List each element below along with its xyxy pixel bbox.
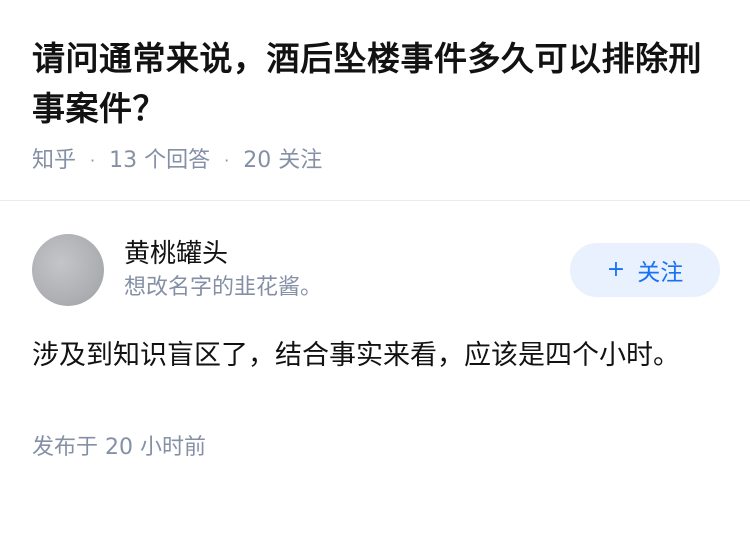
author-row: 黄桃罐头 想改名字的韭花酱。 + 关注 (32, 232, 720, 308)
author-info: 黄桃罐头 想改名字的韭花酱。 (124, 236, 570, 304)
question-meta: 知乎 · 13 个回答 · 20 关注 (32, 144, 722, 178)
meta-separator: · (224, 151, 230, 170)
follow-button[interactable]: + 关注 (570, 243, 720, 297)
question-title[interactable]: 请问通常来说，酒后坠楼事件多久可以排除刑事案件？ (32, 0, 722, 134)
avatar[interactable] (32, 234, 104, 306)
plus-icon: + (606, 257, 626, 282)
source-label[interactable]: 知乎 (32, 144, 76, 178)
question-header: 请问通常来说，酒后坠楼事件多久可以排除刑事案件？ 知乎 · 13 个回答 · 2… (32, 0, 722, 178)
meta-separator: · (90, 151, 96, 170)
publish-time: 发布于 20 小时前 (32, 435, 206, 460)
author-bio: 想改名字的韭花酱。 (124, 275, 323, 300)
answer-content[interactable]: 涉及到知识盲区了，结合事实来看，应该是四个小时。 (32, 332, 702, 380)
answer-card: 黄桃罐头 想改名字的韭花酱。 + 关注 涉及到知识盲区了，结合事实来看，应该是四… (32, 232, 720, 464)
author-name[interactable]: 黄桃罐头 (124, 236, 570, 272)
section-divider (0, 200, 750, 201)
follow-count[interactable]: 20 关注 (243, 144, 322, 178)
answer-count[interactable]: 13 个回答 (109, 144, 210, 178)
follow-button-label: 关注 (637, 260, 684, 286)
